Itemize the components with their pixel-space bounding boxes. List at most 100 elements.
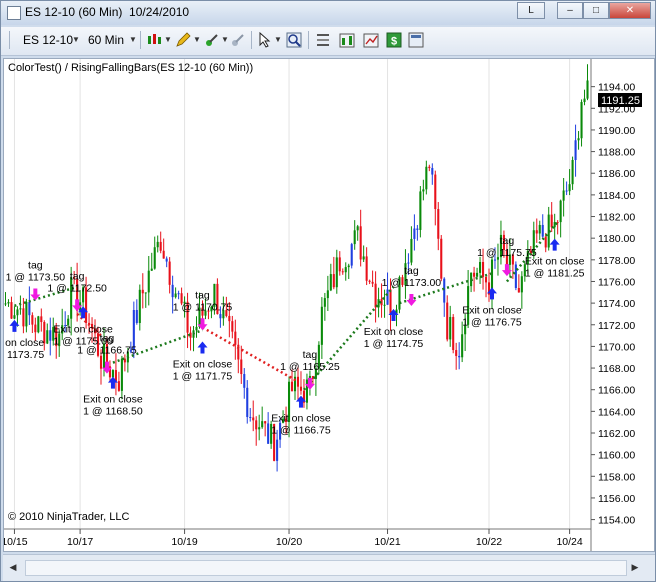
candle-body bbox=[371, 281, 374, 284]
draw-dropdown-icon[interactable]: ▼ bbox=[193, 35, 201, 44]
price-tick-label: 1190.00 bbox=[598, 125, 635, 137]
candle-body bbox=[19, 308, 22, 310]
signal-label: tag bbox=[70, 270, 85, 282]
signal-quantity: 1 @ 1181.25 bbox=[525, 268, 585, 280]
signal-label: tag bbox=[303, 349, 318, 361]
candle-body bbox=[332, 274, 335, 288]
candle-body bbox=[481, 261, 485, 277]
signal-quantity: 1 @ 1173.75 bbox=[4, 349, 44, 361]
candle-body bbox=[574, 140, 577, 160]
candle-body bbox=[153, 247, 156, 269]
bar-chart-icon[interactable] bbox=[339, 32, 355, 48]
signal-label: tag bbox=[100, 333, 115, 345]
candle-body bbox=[138, 289, 141, 323]
candle-body bbox=[141, 289, 144, 294]
candle-body bbox=[452, 316, 455, 351]
candle-body bbox=[99, 355, 103, 369]
price-axis: 1154.00 1156.00 1158.00 1160.00 1162.00 1164.… bbox=[590, 59, 635, 551]
price-tick-label: 1170.00 bbox=[598, 341, 635, 353]
candlestick-style-icon[interactable] bbox=[146, 32, 162, 48]
candle-body bbox=[326, 290, 329, 299]
candle-body bbox=[520, 276, 523, 293]
candle-body bbox=[446, 302, 449, 340]
candle-body bbox=[347, 265, 350, 268]
strategy-icon[interactable] bbox=[230, 32, 246, 48]
chart-area[interactable]: Exit on close1 @ 1173.75tag1 @ 1173.50ta… bbox=[0, 58, 655, 552]
candle-body bbox=[559, 200, 562, 223]
interval-selector[interactable]: 60 Min bbox=[88, 33, 124, 47]
chart-style-dropdown-icon[interactable]: ▼ bbox=[164, 35, 172, 44]
minimize-button[interactable]: – bbox=[557, 2, 583, 19]
candle-body bbox=[458, 355, 461, 358]
cursor-dropdown-icon[interactable]: ▼ bbox=[274, 35, 282, 44]
signal-label: tag bbox=[195, 289, 210, 301]
candle-body bbox=[410, 238, 413, 263]
candle-body bbox=[365, 256, 368, 281]
indicator-dropdown-icon[interactable]: ▼ bbox=[221, 35, 229, 44]
candle-body bbox=[219, 314, 222, 319]
panel-icon[interactable] bbox=[408, 32, 424, 48]
properties-icon[interactable] bbox=[315, 32, 331, 48]
candle-body bbox=[565, 190, 568, 192]
candle-body bbox=[276, 439, 279, 461]
candle-body bbox=[544, 236, 547, 248]
zoom-icon[interactable] bbox=[286, 32, 302, 48]
instrument-dropdown-icon[interactable]: ▼ bbox=[72, 35, 80, 44]
pencil-draw-icon[interactable] bbox=[175, 32, 191, 48]
signal-quantity: 1 @ 1170.75 bbox=[173, 301, 233, 313]
candle-body bbox=[46, 330, 49, 344]
candle-body bbox=[258, 427, 261, 430]
candle-body bbox=[228, 315, 231, 322]
candle-body bbox=[577, 138, 580, 141]
line-chart-icon[interactable] bbox=[363, 32, 379, 48]
price-tick-label: 1174.00 bbox=[598, 298, 635, 310]
candle-body bbox=[586, 80, 589, 99]
entry-arrow bbox=[501, 264, 512, 277]
candle-body bbox=[290, 381, 294, 392]
dollar-icon[interactable]: $ bbox=[386, 32, 402, 48]
price-tick-label: 1158.00 bbox=[598, 471, 635, 483]
candle-body bbox=[419, 191, 422, 230]
candle-body bbox=[374, 283, 377, 308]
pointer-cursor-icon[interactable] bbox=[257, 32, 273, 48]
candle-body bbox=[580, 102, 583, 139]
candle-body bbox=[320, 306, 323, 345]
scroll-left-icon[interactable]: ◀ bbox=[5, 559, 21, 575]
horizontal-scrollbar[interactable]: ◀ ▶ bbox=[3, 554, 655, 581]
signal-quantity: 1 @ 1166.75 bbox=[271, 425, 331, 437]
interval-dropdown-icon[interactable]: ▼ bbox=[129, 35, 137, 44]
candle-body bbox=[234, 331, 237, 345]
candle-body bbox=[356, 226, 359, 231]
time-tick-label: 10/21 bbox=[374, 536, 400, 548]
link-button[interactable]: L bbox=[517, 2, 545, 19]
candle-body bbox=[171, 284, 174, 298]
instrument-selector[interactable]: ES 12-10 bbox=[23, 33, 73, 47]
price-tick-label: 1166.00 bbox=[598, 385, 635, 397]
candle-body bbox=[28, 301, 31, 316]
scroll-track[interactable] bbox=[25, 560, 627, 576]
candle-body bbox=[443, 278, 446, 303]
candle-body bbox=[535, 230, 538, 234]
candle-body bbox=[37, 316, 40, 333]
candle-body bbox=[493, 259, 497, 261]
indicator-icon[interactable] bbox=[204, 32, 220, 48]
time-tick-label: 10/22 bbox=[476, 536, 502, 548]
scroll-right-icon[interactable]: ▶ bbox=[627, 559, 643, 575]
candle-body bbox=[168, 261, 171, 285]
candle-body bbox=[562, 190, 565, 201]
candle-body bbox=[353, 230, 356, 245]
candle-body bbox=[49, 330, 52, 341]
restore-button[interactable]: □ bbox=[583, 2, 609, 19]
candle-body bbox=[413, 228, 416, 239]
candle-body bbox=[267, 423, 270, 444]
close-button[interactable]: ✕ bbox=[609, 2, 651, 19]
price-chart: Exit on close1 @ 1173.75tag1 @ 1173.50ta… bbox=[0, 59, 642, 551]
candle-body bbox=[389, 289, 392, 314]
copyright-text: © 2010 NinjaTrader, LLC bbox=[8, 511, 129, 523]
svg-text:$: $ bbox=[391, 36, 397, 48]
price-tick-label: 1188.00 bbox=[598, 147, 635, 159]
signal-label: tag bbox=[500, 235, 515, 247]
candle-body bbox=[13, 315, 16, 319]
signal-label: Exit on close bbox=[4, 337, 44, 349]
price-tick-label: 1168.00 bbox=[598, 363, 635, 375]
